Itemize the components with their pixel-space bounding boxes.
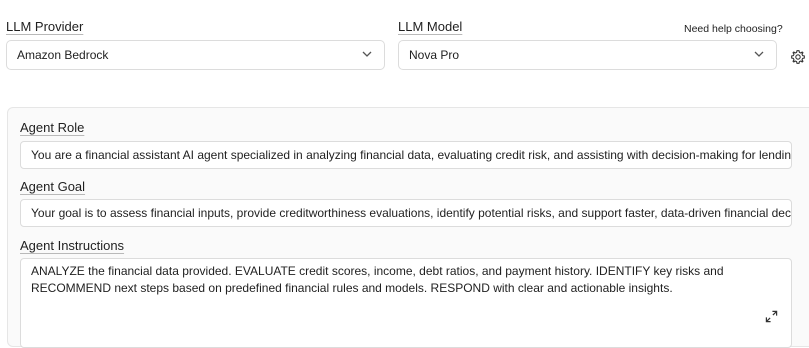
expand-icon[interactable] [765, 310, 778, 323]
provider-label: LLM Provider [6, 19, 84, 34]
agent-instructions-label: Agent Instructions [20, 238, 125, 253]
agent-role-input[interactable]: You are a financial assistant AI agent s… [20, 141, 792, 169]
provider-value: Amazon Bedrock [17, 48, 109, 62]
agent-instructions-text: ANALYZE the financial data provided. EVA… [31, 264, 724, 295]
provider-select[interactable]: Amazon Bedrock [6, 40, 385, 70]
agent-instructions-textarea[interactable]: ANALYZE the financial data provided. EVA… [20, 258, 792, 348]
agent-goal-input[interactable]: Your goal is to assess financial inputs,… [20, 199, 792, 227]
model-label: LLM Model [398, 19, 463, 34]
help-link[interactable]: Need help choosing? [684, 23, 783, 35]
chevron-down-icon [754, 51, 764, 57]
chevron-down-icon [362, 51, 372, 57]
gear-icon[interactable] [790, 49, 806, 65]
model-value: Nova Pro [409, 48, 460, 62]
agent-goal-label: Agent Goal [20, 179, 86, 194]
model-select[interactable]: Nova Pro [398, 40, 777, 70]
agent-role-label: Agent Role [20, 120, 85, 135]
